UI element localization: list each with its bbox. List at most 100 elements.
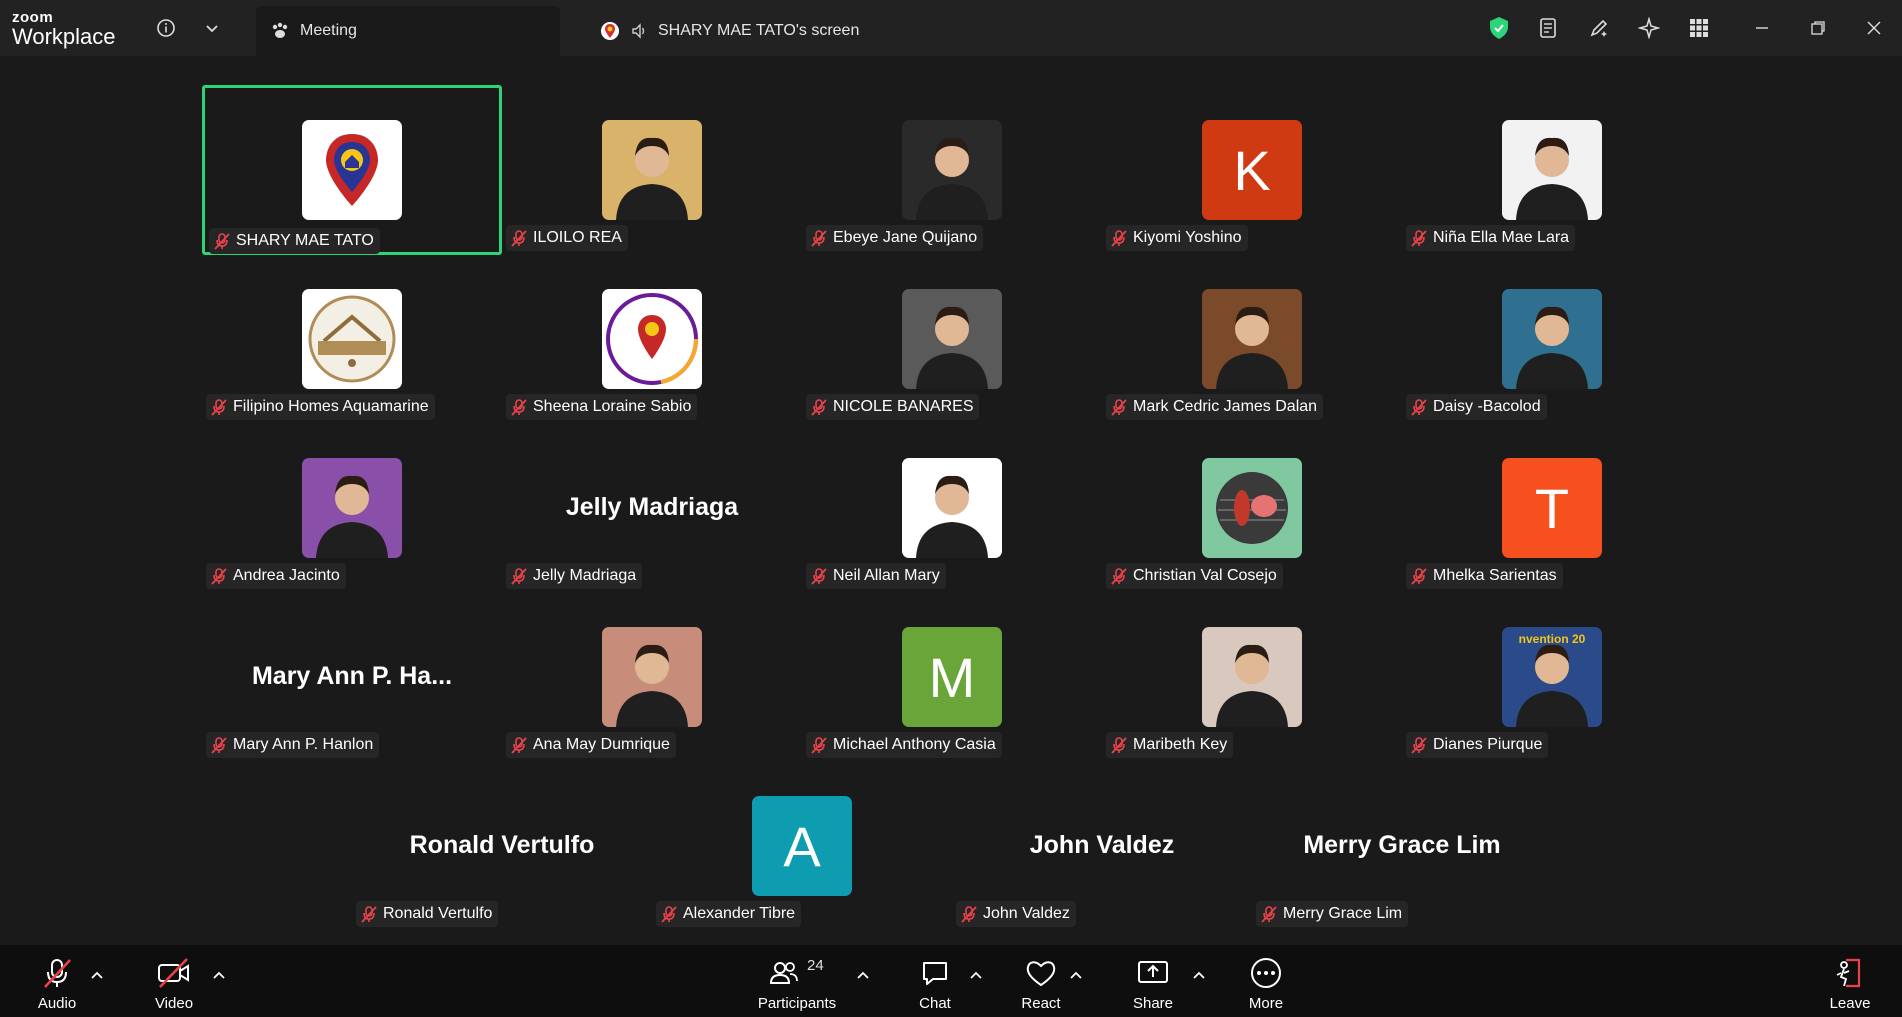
participant-tile[interactable]: Ronald Vertulfo Ronald Vertulfo [352,761,652,931]
participant-avatar: T [1502,458,1602,558]
meeting-info-icon[interactable] [152,14,180,42]
participant-name-label: Sheena Loraine Sabio [506,394,698,420]
participant-name-label: Mhelka Sarientas [1406,563,1563,589]
participant-name-label: Jelly Madriaga [506,563,643,589]
participant-tile[interactable]: Jelly Madriaga Jelly Madriaga [502,423,802,593]
share-button[interactable]: Share [1108,953,1198,1012]
tab-shared-screen[interactable]: SHARY MAE TATO's screen [586,6,916,56]
participant-display-name: Ronald Vertulfo [409,831,595,859]
participant-name-label: Maribeth Key [1106,732,1234,758]
share-label: Share [1132,995,1174,1012]
participant-name: Dianes Piurque [1433,736,1543,753]
participant-avatar [902,289,1002,389]
audio-label: Audio [37,995,77,1012]
security-shield-icon[interactable] [1474,0,1524,56]
svg-text:nvention 20: nvention 20 [1519,632,1586,646]
restore-window-icon[interactable] [1790,0,1846,56]
tab-meeting[interactable]: Meeting [256,6,560,56]
participant-name: Ana May Dumrique [533,736,670,753]
participant-tile[interactable]: A Alexander Tibre [652,761,952,931]
participant-tile[interactable]: K Kiyomi Yoshino [1102,85,1402,255]
participant-tile[interactable]: NICOLE BANARES [802,254,1102,424]
participant-avatar: K [1202,120,1302,220]
tab-meeting-label: Meeting [300,22,357,39]
participant-display-name: Mary Ann P. Ha... [251,662,453,690]
participant-name-label: Kiyomi Yoshino [1106,225,1248,251]
muted-microphone-icon [660,905,678,923]
notes-icon[interactable] [1524,0,1574,56]
participant-name: Ebeye Jane Quijano [833,229,978,246]
participant-tile[interactable]: ILOILO REA [502,85,802,255]
muted-microphone-icon [510,398,528,416]
chat-options-caret-icon[interactable] [968,967,984,983]
react-label: React [1021,995,1061,1012]
participant-tile[interactable]: Merry Grace Lim Merry Grace Lim [1252,761,1552,931]
participant-tile[interactable]: Andrea Jacinto [202,423,502,593]
whiteboard-pen-icon[interactable] [1574,0,1624,56]
share-screen-icon [1138,961,1168,983]
brand-small: zoom [12,9,54,26]
participant-tile[interactable]: Maribeth Key [1102,592,1402,762]
participant-tile[interactable]: Filipino Homes Aquamarine [202,254,502,424]
apps-grid-icon[interactable] [1674,0,1724,56]
muted-microphone-icon [510,736,528,754]
participant-tile[interactable]: SHARY MAE TATO [202,85,502,255]
participant-tile[interactable]: Sheena Loraine Sabio [502,254,802,424]
react-options-caret-icon[interactable] [1068,967,1084,983]
leave-button[interactable]: Leave [1805,953,1895,1012]
participant-tile[interactable]: John Valdez John Valdez [952,761,1252,931]
leave-door-icon [1836,958,1861,988]
participant-name: Mark Cedric James Dalan [1133,398,1318,415]
participant-name: Andrea Jacinto [233,567,340,584]
title-bar: zoom Workplace Meeting SHARY MAE TATO's … [0,0,1902,56]
share-options-caret-icon[interactable] [1191,967,1207,983]
participant-name-label: John Valdez [956,901,1076,927]
participant-tile[interactable]: Christian Val Cosejo [1102,423,1402,593]
participant-tile[interactable]: Daisy -Bacolod [1402,254,1702,424]
participant-tile[interactable]: Neil Allan Mary [802,423,1102,593]
participant-avatar [1202,289,1302,389]
video-options-caret-icon[interactable] [211,967,227,983]
participant-avatar [902,120,1002,220]
participant-name-label: ILOILO REA [506,225,628,251]
participant-name-label: Andrea Jacinto [206,563,346,589]
chat-bubble-icon [923,962,947,985]
participant-display-name: John Valdez [1029,831,1175,859]
close-icon[interactable] [1846,0,1902,56]
participant-tile[interactable]: Ebeye Jane Quijano [802,85,1102,255]
more-label: More [1248,995,1284,1012]
participant-name-label: Niña Ella Mae Lara [1406,225,1576,251]
minimize-icon[interactable] [1734,0,1790,56]
participant-name: Neil Allan Mary [833,567,940,584]
tab-screen-label: SHARY MAE TATO's screen [658,22,860,39]
participant-tile[interactable]: M Michael Anthony Casia [802,592,1102,762]
brand-big: Workplace [12,24,116,49]
video-label: Video [154,995,194,1012]
participant-tile[interactable]: Mark Cedric James Dalan [1102,254,1402,424]
participant-name: Sheena Loraine Sabio [533,398,692,415]
muted-microphone-icon [360,905,378,923]
participant-name-label: Ebeye Jane Quijano [806,225,984,251]
muted-microphone-icon [1410,398,1428,416]
ai-companion-sparkle-icon[interactable] [1624,0,1674,56]
muted-microphone-icon [210,736,228,754]
participants-options-caret-icon[interactable] [855,967,871,983]
audio-options-caret-icon[interactable] [89,967,105,983]
participant-tile[interactable]: nvention 20 Dianes Piurque [1402,592,1702,762]
muted-microphone-icon [1110,736,1128,754]
participant-display-name: Jelly Madriaga [565,493,739,521]
participants-button[interactable]: 24 Participants [752,953,842,1012]
video-button[interactable]: Video [129,953,219,1012]
participant-tile[interactable]: Ana May Dumrique [502,592,802,762]
participant-tile[interactable]: T Mhelka Sarientas [1402,423,1702,593]
participants-icon [769,962,798,984]
participant-name: Mary Ann P. Hanlon [233,736,374,753]
participant-tile[interactable]: Mary Ann P. Ha... Mary Ann P. Hanlon [202,592,502,762]
chevron-down-icon[interactable] [198,14,226,42]
more-button[interactable]: More [1221,953,1311,1012]
muted-microphone-icon [210,567,228,585]
participant-name: Maribeth Key [1133,736,1228,753]
chat-button[interactable]: Chat [890,953,980,1012]
participant-tile[interactable]: Niña Ella Mae Lara [1402,85,1702,255]
participant-display-name: Merry Grace Lim [1303,831,1501,859]
